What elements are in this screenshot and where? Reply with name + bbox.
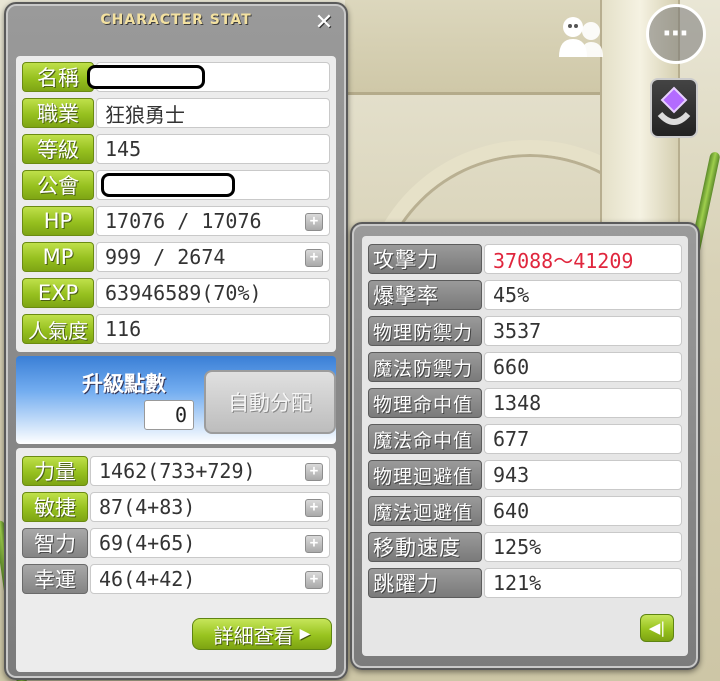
row-mp: MP 999 / 2674 + <box>22 242 330 272</box>
peva-value: 943 <box>484 460 682 490</box>
row-guild: 公會 <box>22 170 330 200</box>
crit-label: 爆擊率 <box>368 280 482 310</box>
detail-view-button[interactable]: 詳細查看 ▶ <box>192 618 332 650</box>
mdef-label: 魔法防禦力 <box>368 352 482 382</box>
row-peva: 物理迴避值 943 <box>368 460 682 490</box>
row-mdef: 魔法防禦力 660 <box>368 352 682 382</box>
fame-value: 116 <box>96 314 330 344</box>
row-luk: 幸運 46(4+42) + <box>22 564 330 594</box>
mp-value: 999 / 2674 + <box>96 242 330 272</box>
jump-label: 跳躍力 <box>368 568 482 598</box>
crit-value: 45% <box>484 280 682 310</box>
name-label: 名稱 <box>22 62 94 92</box>
row-str: 力量 1462(733+729) + <box>22 456 330 486</box>
mp-plus-button[interactable]: + <box>305 249 323 267</box>
luk-value: 46(4+42) + <box>90 564 330 594</box>
collapse-detail-button[interactable]: ◀| <box>640 614 674 642</box>
jump-value: 121% <box>484 568 682 598</box>
dex-value: 87(4+83) + <box>90 492 330 522</box>
int-value: 69(4+65) + <box>90 528 330 558</box>
row-dex: 敏捷 87(4+83) + <box>22 492 330 522</box>
redaction-mark <box>101 173 235 197</box>
row-int: 智力 69(4+65) + <box>22 528 330 558</box>
luk-label: 幸運 <box>22 564 88 594</box>
mdef-value: 660 <box>484 352 682 382</box>
window-title: CHARACTER STAT <box>100 12 252 28</box>
hp-label: HP <box>22 206 94 236</box>
job-label: 職業 <box>22 98 94 128</box>
int-label: 智力 <box>22 528 88 558</box>
row-meva: 魔法迴避值 640 <box>368 496 682 526</box>
str-plus-button[interactable]: + <box>305 463 323 481</box>
luk-plus-button[interactable]: + <box>305 571 323 589</box>
name-value <box>87 62 330 92</box>
basic-info-section: 名稱 職業 狂狼勇士 等級 145 公會 HP 17076 / 17076 + … <box>16 56 336 352</box>
row-pdef: 物理防禦力 3537 <box>368 316 682 346</box>
macc-value: 677 <box>484 424 682 454</box>
str-label: 力量 <box>22 456 88 486</box>
row-exp: EXP 63946589(70%) <box>22 278 330 308</box>
row-hp: HP 17076 / 17076 + <box>22 206 330 236</box>
more-options-button[interactable]: ⋯ <box>646 4 706 64</box>
fame-label: 人氣度 <box>22 314 94 344</box>
row-job: 職業 狂狼勇士 <box>22 98 330 128</box>
row-fame: 人氣度 116 <box>22 314 330 344</box>
int-plus-button[interactable]: + <box>305 535 323 553</box>
hp-value: 17076 / 17076 + <box>96 206 330 236</box>
guild-label: 公會 <box>22 170 94 200</box>
attack-value: 37088～41209 <box>484 244 682 274</box>
pdef-label: 物理防禦力 <box>368 316 482 346</box>
exp-value: 63946589(70%) <box>96 278 330 308</box>
more-icon: ⋯ <box>662 19 690 49</box>
level-value: 145 <box>96 134 330 164</box>
ability-points-label: 升級點數 <box>82 372 166 396</box>
level-label: 等級 <box>22 134 94 164</box>
friends-icon[interactable] <box>552 8 610 66</box>
row-speed: 移動速度 125% <box>368 532 682 562</box>
speed-label: 移動速度 <box>368 532 482 562</box>
hp-plus-button[interactable]: + <box>305 213 323 231</box>
guild-value <box>96 170 330 200</box>
macc-label: 魔法命中值 <box>368 424 482 454</box>
chevron-right-icon: ▶ <box>299 626 311 642</box>
pacc-value: 1348 <box>484 388 682 418</box>
detail-stats-section: 攻擊力 37088～41209 爆擊率 45% 物理防禦力 3537 魔法防禦力… <box>362 236 688 656</box>
row-macc: 魔法命中值 677 <box>368 424 682 454</box>
detail-stat-window: 攻擊力 37088～41209 爆擊率 45% 物理防禦力 3537 魔法防禦力… <box>350 222 700 670</box>
close-button[interactable]: ✕ <box>312 12 336 36</box>
row-level: 等級 145 <box>22 134 330 164</box>
peva-label: 物理迴避值 <box>368 460 482 490</box>
auto-assign-button[interactable]: 自動分配 <box>204 370 336 434</box>
detail-view-label: 詳細查看 <box>213 623 294 648</box>
chevron-left-icon: ◀| <box>648 619 666 637</box>
dex-plus-button[interactable]: + <box>305 499 323 517</box>
speed-value: 125% <box>484 532 682 562</box>
attack-label: 攻擊力 <box>368 244 482 274</box>
row-crit: 爆擊率 45% <box>368 280 682 310</box>
row-attack: 攻擊力 37088～41209 <box>368 244 682 274</box>
job-value: 狂狼勇士 <box>96 98 330 128</box>
ability-points-section: 升級點數 0 自動分配 <box>16 356 336 444</box>
str-value: 1462(733+729) + <box>90 456 330 486</box>
meva-label: 魔法迴避值 <box>368 496 482 526</box>
exp-label: EXP <box>22 278 94 308</box>
mp-label: MP <box>22 242 94 272</box>
row-name: 名稱 <box>22 62 330 92</box>
row-jump: 跳躍力 121% <box>368 568 682 598</box>
skill-ring-icon[interactable] <box>650 78 698 138</box>
pacc-label: 物理命中值 <box>368 388 482 418</box>
row-pacc: 物理命中值 1348 <box>368 388 682 418</box>
character-stat-window: CHARACTER STAT ✕ 名稱 職業 狂狼勇士 等級 145 公會 HP <box>4 2 348 680</box>
meva-value: 640 <box>484 496 682 526</box>
ability-points-value: 0 <box>144 400 194 430</box>
redaction-mark <box>87 65 205 89</box>
pdef-value: 3537 <box>484 316 682 346</box>
dex-label: 敏捷 <box>22 492 88 522</box>
